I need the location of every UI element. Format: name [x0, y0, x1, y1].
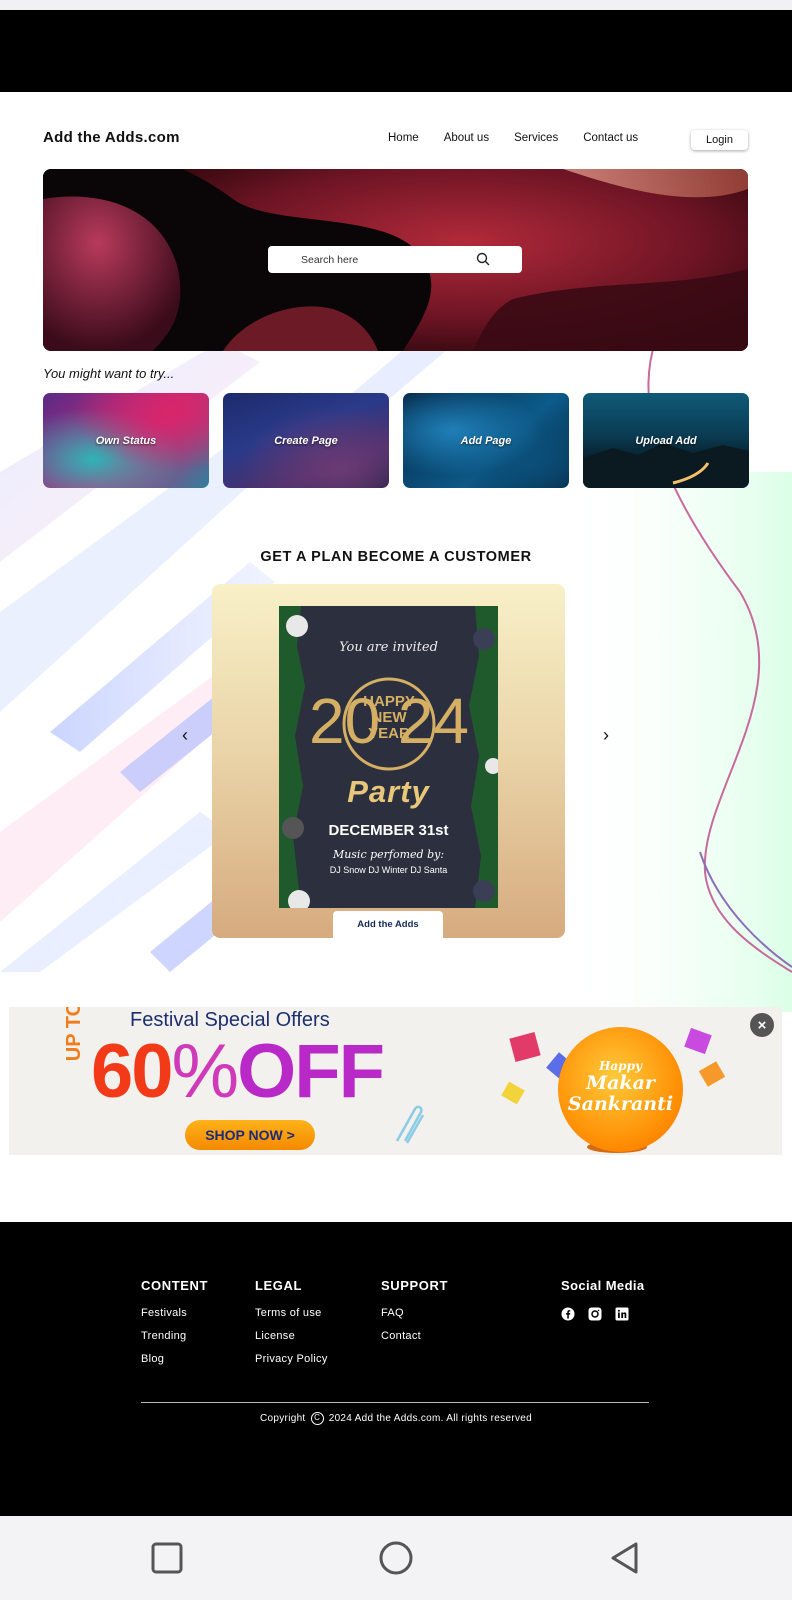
flyer-invite: You are invited	[339, 640, 438, 655]
footer-link-privacy[interactable]: Privacy Policy	[255, 1353, 328, 1365]
copyright: Copyright C 2024 Add the Adds.com. All r…	[0, 1412, 792, 1425]
festival-ad-banner[interactable]: Festival Special Offers UP TO 60%OFF SHO…	[9, 1007, 782, 1155]
carousel-next-icon[interactable]: ›	[596, 725, 616, 745]
flyer-happy: HAPPY	[363, 693, 415, 710]
tile-label: Upload Add	[635, 434, 697, 447]
footer-heading: CONTENT	[141, 1278, 209, 1293]
hero-banner: Search here	[43, 169, 748, 351]
page-content: Add the Adds.com Home About us Services …	[0, 92, 792, 1222]
tile-upload-add[interactable]: Upload Add	[583, 393, 749, 488]
flyer-party: Party	[347, 774, 430, 809]
tile-create-page[interactable]: Create Page	[223, 393, 389, 488]
footer-support-column: SUPPORT FAQ Contact	[381, 1278, 448, 1353]
shop-now-button[interactable]: SHOP NOW >	[185, 1120, 315, 1150]
login-button[interactable]: Login	[691, 130, 748, 150]
copyright-icon: C	[310, 1412, 324, 1425]
carousel-prev-icon[interactable]: ‹	[175, 725, 195, 745]
add-the-adds-button[interactable]: Add the Adds	[333, 911, 443, 938]
recent-apps-icon[interactable]	[148, 1539, 186, 1577]
main-nav: Home About us Services Contact us	[388, 132, 638, 144]
android-nav-bar	[0, 1516, 792, 1600]
ad-makar: Makar	[586, 1072, 655, 1094]
ad-sankranti: Sankranti	[567, 1093, 674, 1115]
flyer-djs: DJ Snow DJ Winter DJ Santa	[329, 865, 448, 875]
paperclip-icon	[395, 1105, 425, 1144]
social-icons	[561, 1307, 645, 1321]
nav-contact[interactable]: Contact us	[583, 132, 638, 144]
footer-social-column: Social Media	[561, 1278, 645, 1321]
footer-link-faq[interactable]: FAQ	[381, 1307, 448, 1319]
home-icon[interactable]	[377, 1539, 415, 1577]
facebook-icon[interactable]	[561, 1307, 575, 1321]
nav-home[interactable]: Home	[388, 132, 419, 144]
plans-title: GET A PLAN BECOME A CUSTOMER	[260, 549, 532, 565]
try-tiles: Own Status Create Page Add Page Upload A…	[43, 393, 749, 488]
footer-divider	[141, 1402, 649, 1403]
footer-link-blog[interactable]: Blog	[141, 1353, 208, 1365]
tile-label: Add Page	[460, 434, 512, 447]
makar-sankranti-text: Happy Makar Sankranti	[558, 1059, 683, 1115]
copyright-prefix: Copyright	[260, 1413, 306, 1425]
footer: CONTENT Festivals Trending Blog LEGAL Te…	[0, 1222, 792, 1516]
footer-link-contact[interactable]: Contact	[381, 1330, 448, 1342]
tile-own-status[interactable]: Own Status	[43, 393, 209, 488]
flyer-date: DECEMBER 31st	[328, 822, 449, 839]
ad-upto: UP TO	[63, 1007, 85, 1062]
footer-link-license[interactable]: License	[255, 1330, 328, 1342]
ad-discount-percent: %	[171, 1029, 240, 1114]
linkedin-icon[interactable]	[615, 1307, 629, 1321]
footer-heading: SUPPORT	[381, 1278, 449, 1293]
close-ad-icon[interactable]: ×	[750, 1013, 774, 1037]
instagram-icon[interactable]	[588, 1307, 602, 1321]
status-bar	[0, 0, 792, 10]
footer-content-column: CONTENT Festivals Trending Blog	[141, 1278, 208, 1376]
flyer-year-word: YEAR	[368, 725, 410, 742]
ad-happy: Happy	[599, 1059, 642, 1073]
tile-add-page[interactable]: Add Page	[403, 393, 569, 488]
flyer-new: NEW	[371, 709, 407, 726]
search-icon[interactable]	[476, 252, 490, 266]
footer-heading: LEGAL	[255, 1278, 303, 1293]
party-flyer[interactable]: You are invited 20 24 HAPPY NEW YEAR Par…	[279, 606, 498, 908]
ad-discount: 60%OFF	[91, 1034, 385, 1110]
tile-label: Own Status	[95, 434, 157, 447]
copyright-text: 2024 Add the Adds.com. All rights reserv…	[328, 1413, 532, 1425]
tile-label: Create Page	[274, 434, 338, 447]
ad-discount-off: OFF	[237, 1029, 385, 1114]
ad-discount-number: 60	[91, 1029, 174, 1114]
footer-link-festivals[interactable]: Festivals	[141, 1307, 208, 1319]
flyer-year: 20 24 HAPPY NEW YEAR	[309, 676, 469, 771]
footer-legal-column: LEGAL Terms of use License Privacy Polic…	[255, 1278, 328, 1376]
footer-link-terms[interactable]: Terms of use	[255, 1307, 328, 1319]
footer-social-heading: Social Media	[561, 1278, 645, 1293]
top-black-band	[0, 10, 792, 92]
footer-link-trending[interactable]: Trending	[141, 1330, 208, 1342]
nav-services[interactable]: Services	[514, 132, 558, 144]
back-icon[interactable]	[606, 1539, 644, 1577]
flyer-music: Music perfomed by:	[332, 848, 445, 861]
try-section-label: You might want to try...	[43, 366, 175, 381]
brand-logo[interactable]: Add the Adds.com	[43, 129, 180, 146]
nav-about[interactable]: About us	[444, 132, 489, 144]
